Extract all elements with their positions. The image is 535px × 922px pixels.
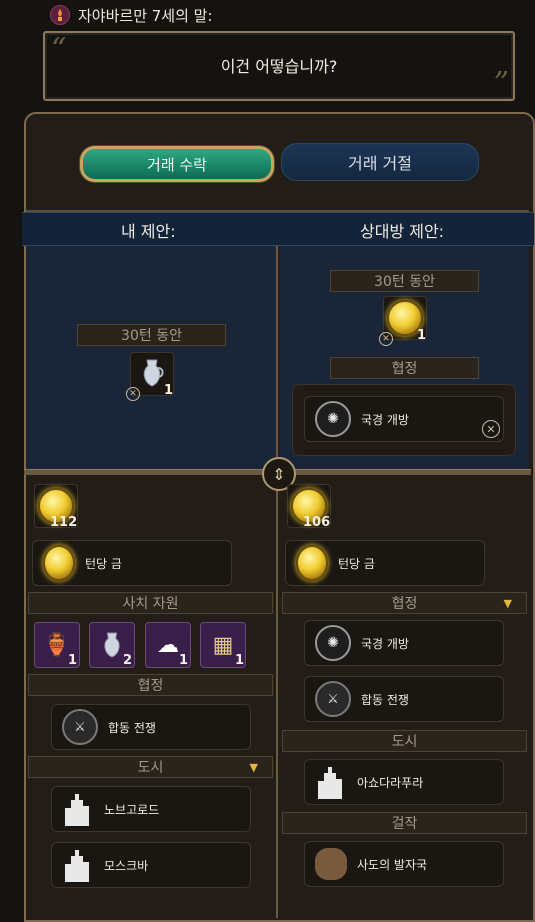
my-agreement-label: 협정: [28, 674, 273, 696]
luxury-count: 2: [123, 653, 133, 668]
my-city-moscow[interactable]: 모스크바: [51, 842, 251, 888]
open-borders-icon: ✺: [315, 401, 351, 437]
city-name: 모스크바: [104, 858, 149, 873]
gold-coin-icon: [296, 545, 328, 581]
my-city-novgorod[interactable]: 노브고로드: [51, 786, 251, 832]
luxury-count: 1: [68, 653, 78, 668]
agreement-label: 국경 개방: [361, 412, 409, 427]
agreement-label: 합동 전쟁: [361, 692, 409, 707]
their-per-turn-gold[interactable]: 턴당 금: [285, 540, 485, 586]
agreement-label: 국경 개방: [361, 636, 409, 651]
my-city-label[interactable]: 도시 ▼: [28, 756, 273, 778]
their-great-works-label: 걸작: [282, 812, 527, 834]
tea-icon: ▦: [212, 632, 234, 658]
incense-icon: [50, 5, 70, 25]
incense-icon: 🏺: [43, 632, 71, 658]
my-offer-title: 내 제안:: [121, 222, 176, 241]
their-great-work[interactable]: 사도의 발자국: [304, 841, 504, 887]
accept-trade-button[interactable]: 거래 수락: [80, 146, 274, 182]
remove-icon[interactable]: ✕: [379, 332, 393, 346]
speech-box: “ 이건 어떻습니까? ”: [43, 31, 515, 101]
their-gold-total: 106: [303, 515, 331, 530]
their-offer-gold-count: 1: [417, 328, 427, 343]
reject-trade-button[interactable]: 거래 거절: [281, 143, 479, 181]
speech-text: 이건 어떻습니까?: [220, 57, 338, 76]
speaker-row: 자야바르만 7세의 말:: [50, 4, 213, 26]
column-header-bar: [22, 212, 534, 246]
joint-war-icon: ⚔: [62, 709, 98, 745]
speaker-name: 자야바르만 7세의 말:: [78, 6, 213, 25]
per-turn-gold-label: 턴당 금: [338, 556, 375, 571]
remove-icon[interactable]: ✕: [482, 420, 500, 438]
agreement-label: 합동 전쟁: [108, 720, 156, 735]
column-divider: [276, 246, 278, 918]
their-agreement-label[interactable]: 협정 ▼: [282, 592, 527, 614]
agreement-label-text: 협정: [391, 596, 418, 612]
their-open-borders[interactable]: ✺ 국경 개방: [304, 620, 504, 666]
their-joint-war[interactable]: ⚔ 합동 전쟁: [304, 676, 504, 722]
their-offer-open-borders[interactable]: ✺ 국경 개방: [304, 396, 504, 442]
my-luxury-label: 사치 자원: [28, 592, 273, 614]
gold-coin-icon: [43, 545, 75, 581]
my-joint-war[interactable]: ⚔ 합동 전쟁: [51, 704, 251, 750]
their-offer-title: 상대방 제안:: [360, 222, 445, 241]
footprint-relic-icon: [315, 848, 347, 880]
pitcher-icon: [104, 632, 120, 658]
city-icon: [315, 766, 347, 799]
city-label-text: 도시: [137, 760, 164, 776]
per-turn-gold-label: 턴당 금: [85, 556, 122, 571]
my-gold-total: 112: [50, 515, 78, 530]
city-name: 노브고로드: [104, 802, 160, 817]
close-quote-icon: ”: [493, 66, 509, 101]
their-offer-duration: 30턴 동안: [330, 270, 479, 292]
city-name: 아쇼다라푸라: [357, 775, 424, 790]
cotton-icon: ☁: [157, 632, 179, 658]
their-city-yasodharapura[interactable]: 아쇼다라푸라: [304, 759, 504, 805]
remove-icon[interactable]: ✕: [126, 387, 140, 401]
dropdown-arrow-icon: ▼: [503, 596, 512, 610]
their-offer-agreement-label: 협정: [330, 357, 479, 379]
my-offer-item-count: 1: [164, 383, 174, 398]
city-icon: [62, 849, 94, 882]
pitcher-icon: [143, 359, 164, 387]
luxury-count: 1: [235, 653, 245, 668]
their-city-label: 도시: [282, 730, 527, 752]
luxury-count: 1: [179, 653, 189, 668]
great-work-name: 사도의 발자국: [357, 857, 428, 872]
my-offer-duration: 30턴 동안: [77, 324, 226, 346]
joint-war-icon: ⚔: [315, 681, 351, 717]
open-borders-icon: ✺: [315, 625, 351, 661]
city-icon: [62, 793, 94, 826]
dropdown-arrow-icon: ▼: [249, 760, 258, 774]
my-per-turn-gold[interactable]: 턴당 금: [32, 540, 232, 586]
